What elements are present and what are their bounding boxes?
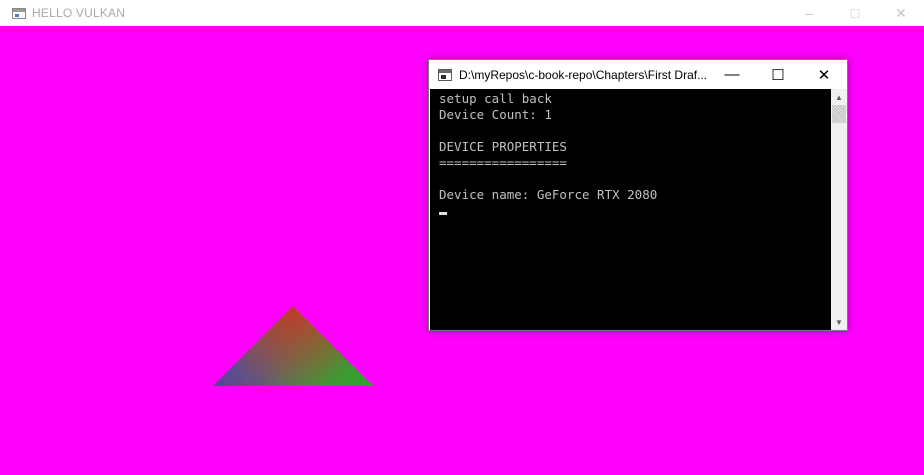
- close-button[interactable]: ✕: [878, 0, 924, 26]
- console-line: =================: [439, 155, 567, 170]
- main-window-title: HELLO VULKAN: [32, 6, 126, 20]
- close-icon: ✕: [895, 4, 907, 21]
- main-title-bar[interactable]: HELLO VULKAN – □ ✕: [0, 0, 924, 26]
- cursor-line: [439, 203, 831, 219]
- console-window[interactable]: D:\myRepos\c-book-repo\Chapters\First Dr…: [428, 59, 848, 331]
- maximize-icon: □: [850, 5, 860, 21]
- close-icon: ✕: [817, 66, 831, 84]
- console-line: Device Count: 1: [439, 107, 552, 122]
- maximize-button[interactable]: □: [832, 0, 878, 26]
- main-window-controls: – □ ✕: [786, 0, 924, 26]
- minimize-icon: —: [724, 66, 740, 83]
- minimize-icon: –: [805, 5, 813, 21]
- console-output[interactable]: setup call back Device Count: 1 DEVICE P…: [430, 89, 831, 330]
- console-icon: [438, 68, 452, 81]
- console-title-bar[interactable]: D:\myRepos\c-book-repo\Chapters\First Dr…: [429, 60, 847, 89]
- scroll-thumb[interactable]: [832, 105, 846, 123]
- console-minimize-button[interactable]: —: [709, 60, 755, 89]
- app-window-icon: [12, 7, 26, 19]
- console-line: Device name: GeForce RTX 2080: [439, 187, 658, 202]
- triangle-svg: [213, 306, 373, 386]
- console-window-controls: — ☐ ✕: [709, 60, 847, 89]
- console-close-button[interactable]: ✕: [801, 60, 847, 89]
- text-cursor: [439, 212, 447, 215]
- scroll-down-arrow-icon[interactable]: ▼: [831, 315, 847, 329]
- vertical-scrollbar[interactable]: ▲ ▼: [831, 89, 847, 330]
- console-title: D:\myRepos\c-book-repo\Chapters\First Dr…: [459, 67, 708, 82]
- rendered-triangle: [213, 306, 373, 386]
- console-line: DEVICE PROPERTIES: [439, 139, 567, 154]
- console-maximize-button[interactable]: ☐: [755, 60, 801, 89]
- scroll-up-arrow-icon[interactable]: ▲: [831, 90, 847, 104]
- maximize-icon: ☐: [771, 66, 785, 84]
- minimize-button[interactable]: –: [786, 0, 832, 26]
- console-line: setup call back: [439, 91, 552, 106]
